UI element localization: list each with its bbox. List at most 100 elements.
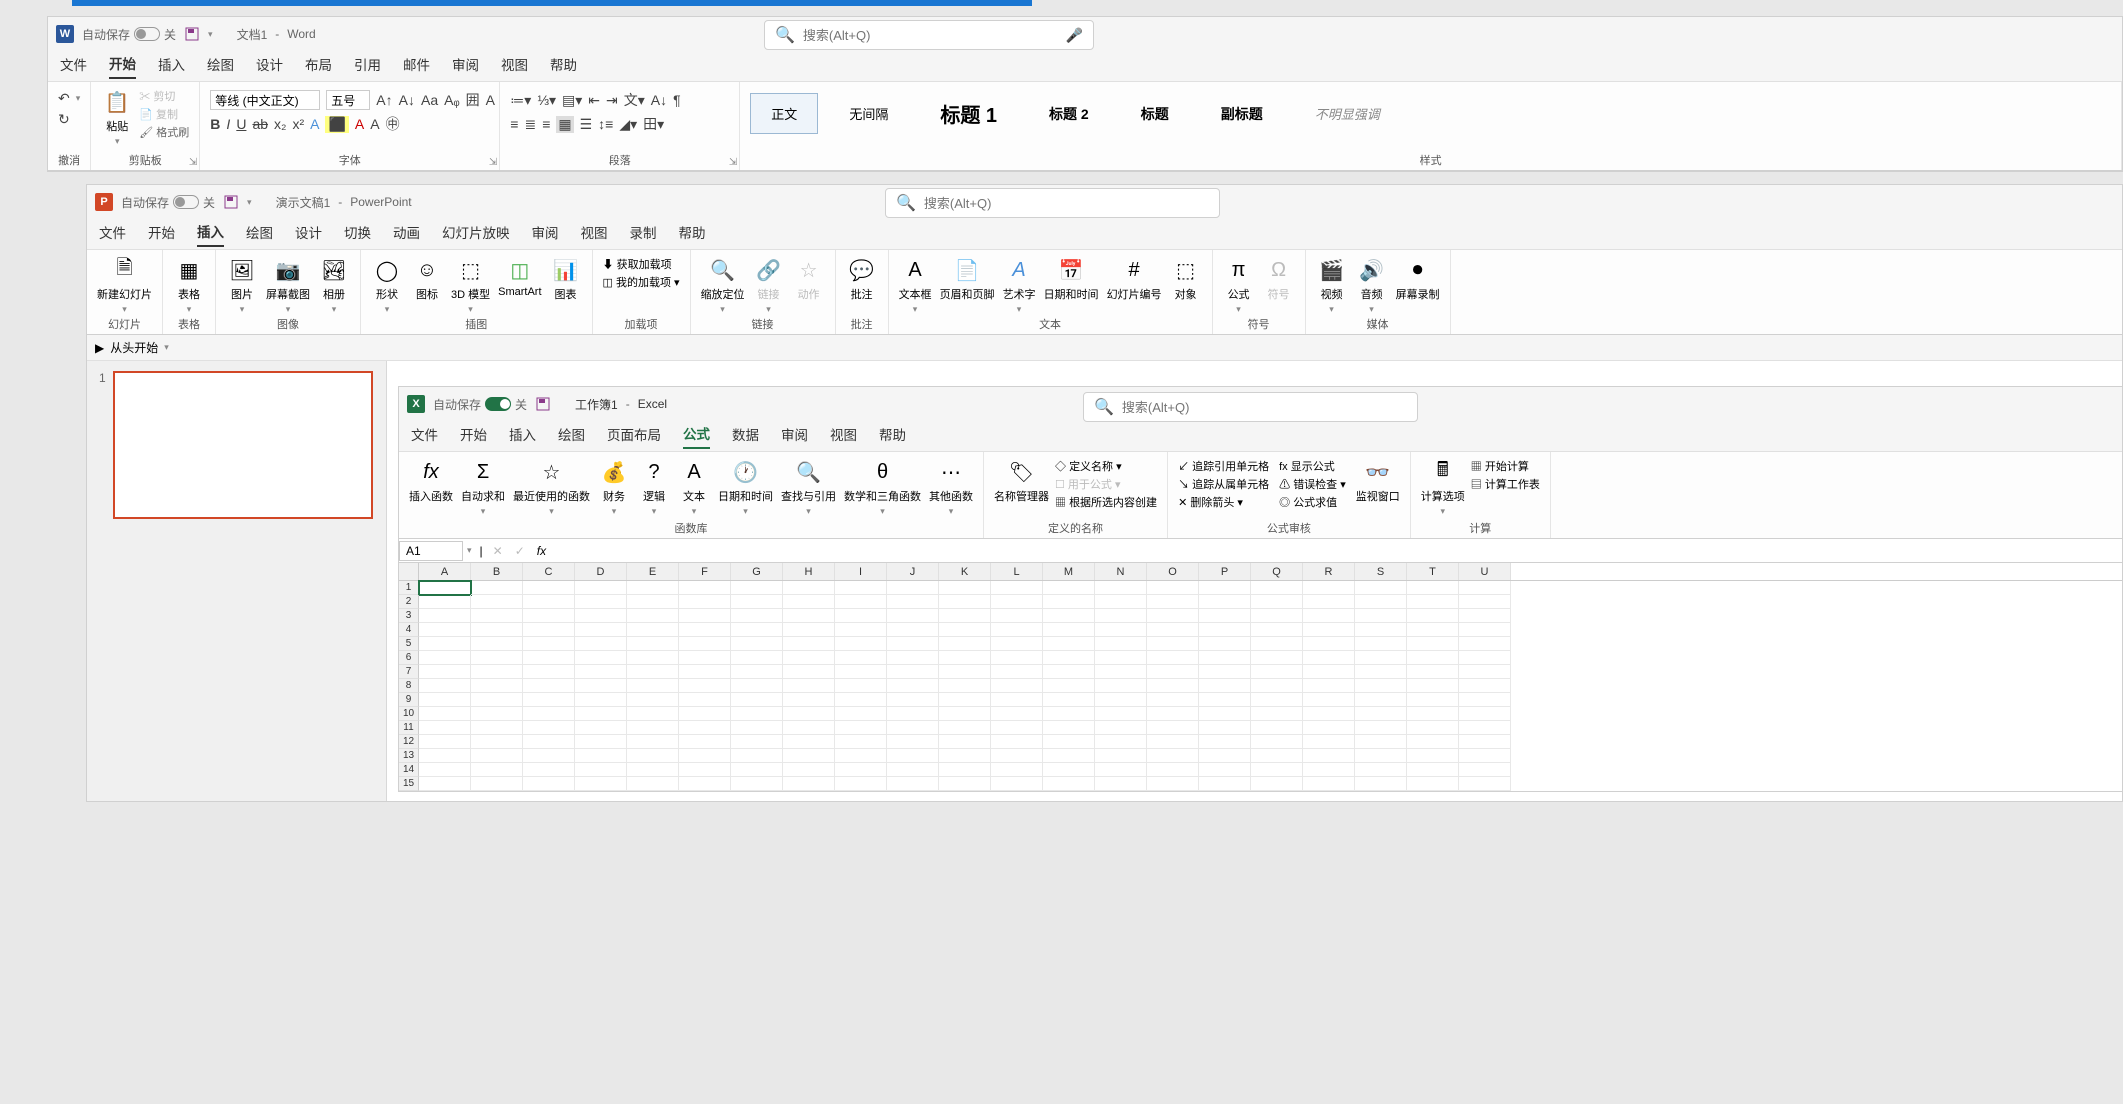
cell-T7[interactable] (1407, 665, 1459, 679)
cell-D6[interactable] (575, 651, 627, 665)
date-button[interactable]: 📅日期和时间 (1044, 256, 1099, 315)
cell-A3[interactable] (419, 609, 471, 623)
align-center-icon[interactable]: ≣ (524, 116, 536, 133)
cell-B6[interactable] (471, 651, 523, 665)
bullets-icon[interactable]: ≔▾ (510, 92, 531, 109)
cell-B13[interactable] (471, 749, 523, 763)
autosave-toggle[interactable]: 自动保存 关 (433, 396, 527, 413)
evaluate-formula-button[interactable]: ◎ 公式求值 (1279, 494, 1346, 510)
column-header-N[interactable]: N (1095, 563, 1147, 580)
font-size-select[interactable] (326, 90, 370, 110)
trace-precedents-button[interactable]: ↙ 追踪引用单元格 (1178, 458, 1269, 474)
cell-Q1[interactable] (1251, 581, 1303, 595)
cell-H5[interactable] (783, 637, 835, 651)
cell-G1[interactable] (731, 581, 783, 595)
cell-R4[interactable] (1303, 623, 1355, 637)
tab-insert[interactable]: 插入 (197, 221, 224, 247)
cell-P12[interactable] (1199, 735, 1251, 749)
cell-B14[interactable] (471, 763, 523, 777)
cell-S11[interactable] (1355, 721, 1407, 735)
row-header-3[interactable]: 3 (399, 609, 419, 623)
cell-O3[interactable] (1147, 609, 1199, 623)
calc-options-button[interactable]: 🖩计算选项▾ (1421, 458, 1465, 517)
column-header-D[interactable]: D (575, 563, 627, 580)
cell-C3[interactable] (523, 609, 575, 623)
cell-S5[interactable] (1355, 637, 1407, 651)
caret-icon[interactable]: ▾ (76, 93, 81, 104)
cell-P14[interactable] (1199, 763, 1251, 777)
cell-O6[interactable] (1147, 651, 1199, 665)
cell-K5[interactable] (939, 637, 991, 651)
cell-G6[interactable] (731, 651, 783, 665)
cell-R5[interactable] (1303, 637, 1355, 651)
new-slide-button[interactable]: 🗎新建幻灯片▾ (97, 256, 152, 315)
wordart-button[interactable]: A艺术字▾ (1003, 256, 1036, 315)
cell-E13[interactable] (627, 749, 679, 763)
cell-K2[interactable] (939, 595, 991, 609)
cell-F3[interactable] (679, 609, 731, 623)
cell-M6[interactable] (1043, 651, 1095, 665)
cell-A15[interactable] (419, 777, 471, 791)
cell-P11[interactable] (1199, 721, 1251, 735)
style-subtitle[interactable]: 副标题 (1200, 93, 1284, 135)
cell-I2[interactable] (835, 595, 887, 609)
cell-G10[interactable] (731, 707, 783, 721)
logical-button[interactable]: ?逻辑▾ (638, 458, 670, 517)
column-header-I[interactable]: I (835, 563, 887, 580)
row-header-2[interactable]: 2 (399, 595, 419, 609)
cell-G12[interactable] (731, 735, 783, 749)
caret-icon[interactable]: ▾ (164, 342, 169, 353)
column-header-T[interactable]: T (1407, 563, 1459, 580)
cell-A11[interactable] (419, 721, 471, 735)
dialog-launcher-icon[interactable]: ⇲ (729, 157, 737, 168)
insert-function-button[interactable]: fx插入函数 (409, 458, 453, 517)
highlight-icon[interactable]: ⬛ (325, 116, 348, 133)
cell-S2[interactable] (1355, 595, 1407, 609)
tab-review[interactable]: 审阅 (532, 222, 559, 246)
cell-U7[interactable] (1459, 665, 1511, 679)
cell-M11[interactable] (1043, 721, 1095, 735)
increase-indent-icon[interactable]: ⇥ (606, 92, 618, 109)
tab-page-layout[interactable]: 页面布局 (607, 424, 661, 448)
cell-F4[interactable] (679, 623, 731, 637)
cell-S4[interactable] (1355, 623, 1407, 637)
cell-H11[interactable] (783, 721, 835, 735)
cell-P3[interactable] (1199, 609, 1251, 623)
cell-Q9[interactable] (1251, 693, 1303, 707)
asian-layout-icon[interactable]: 文▾ (624, 90, 645, 110)
from-start-button[interactable]: 从头开始 (110, 339, 158, 356)
tab-file[interactable]: 文件 (60, 54, 87, 78)
cell-K8[interactable] (939, 679, 991, 693)
dialog-launcher-icon[interactable]: ⇲ (189, 157, 197, 168)
cell-R1[interactable] (1303, 581, 1355, 595)
grow-font-icon[interactable]: A↑ (376, 92, 392, 108)
cell-T13[interactable] (1407, 749, 1459, 763)
column-header-M[interactable]: M (1043, 563, 1095, 580)
font-color-icon[interactable]: A (355, 116, 364, 132)
cell-B15[interactable] (471, 777, 523, 791)
cell-A2[interactable] (419, 595, 471, 609)
cell-U6[interactable] (1459, 651, 1511, 665)
paste-button[interactable]: 📋 粘贴 ▾ (101, 88, 133, 147)
text-effects-icon[interactable]: A (310, 116, 319, 132)
cell-A1[interactable] (419, 581, 471, 595)
cell-Q13[interactable] (1251, 749, 1303, 763)
cell-E11[interactable] (627, 721, 679, 735)
cell-J6[interactable] (887, 651, 939, 665)
table-button[interactable]: ▦表格▾ (173, 256, 205, 315)
cell-N5[interactable] (1095, 637, 1147, 651)
cell-D5[interactable] (575, 637, 627, 651)
cell-O7[interactable] (1147, 665, 1199, 679)
cell-D3[interactable] (575, 609, 627, 623)
cell-S3[interactable] (1355, 609, 1407, 623)
cell-F11[interactable] (679, 721, 731, 735)
column-header-P[interactable]: P (1199, 563, 1251, 580)
cell-R2[interactable] (1303, 595, 1355, 609)
cell-O9[interactable] (1147, 693, 1199, 707)
cell-N3[interactable] (1095, 609, 1147, 623)
save-icon[interactable] (184, 26, 200, 42)
cell-R8[interactable] (1303, 679, 1355, 693)
cell-S7[interactable] (1355, 665, 1407, 679)
cell-K12[interactable] (939, 735, 991, 749)
column-header-U[interactable]: U (1459, 563, 1511, 580)
